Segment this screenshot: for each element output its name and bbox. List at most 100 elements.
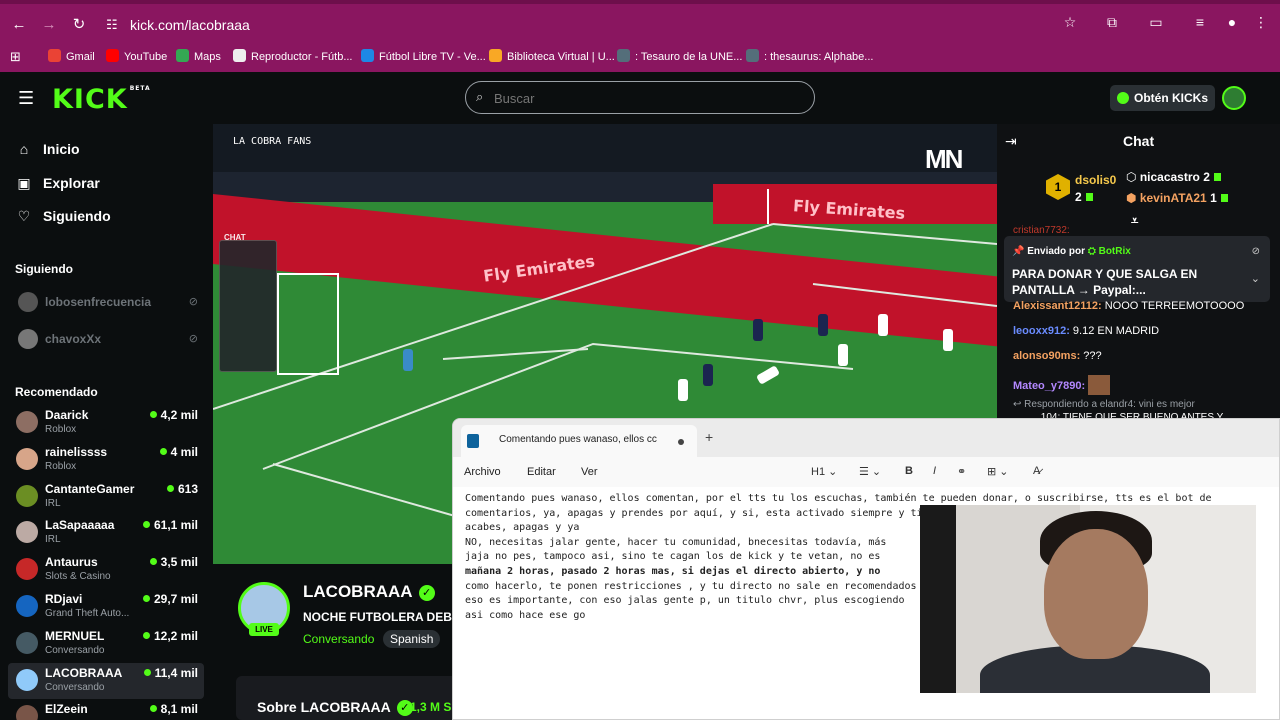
recommended-channel[interactable]: ElZeein 8,1 mil [8, 699, 204, 720]
chat-message: Alexissant12112: NOOO TERREEMOTOOOO [1013, 300, 1245, 312]
channel-category: Slots & Casino [45, 571, 111, 583]
viewer-count: 11,4 mil [143, 666, 198, 680]
channel-category: IRL [45, 497, 61, 509]
recommended-channel[interactable]: LACOBRAAA Conversando 11,4 mil [8, 662, 204, 699]
apps-icon[interactable]: ⊞ [10, 48, 21, 66]
notepad-tabstrip: Comentando pues wanaso, ellos cc + [453, 419, 1279, 457]
compass-icon: ▣ [17, 175, 31, 191]
gmail-icon [48, 49, 61, 62]
menu-editar[interactable]: Editar [527, 466, 556, 478]
search-input[interactable] [494, 89, 794, 107]
recommended-channel[interactable]: Antaurus Slots & Casino 3,5 mil [8, 552, 204, 588]
avatar [16, 558, 38, 581]
menu-icon[interactable]: ⋮ [1250, 14, 1272, 31]
back-icon[interactable]: ← [8, 14, 30, 36]
get-kicks-button[interactable]: Obtén KICKs [1110, 85, 1215, 111]
leaderboard-first[interactable]: dsolis0 [1075, 173, 1116, 187]
collapse-chat-icon[interactable]: ⇥ [1005, 133, 1017, 150]
pinned-text: PARA DONAR Y QUE SALGA EN PANTALLA → Pay… [1012, 267, 1198, 297]
user-avatar[interactable] [1222, 86, 1246, 110]
hamburger-menu-icon[interactable]: ☰ [18, 88, 34, 109]
link-icon[interactable]: ⚭ [957, 465, 966, 478]
menu-archivo[interactable]: Archivo [464, 466, 501, 478]
bookmark-star-icon[interactable]: ☆ [1059, 14, 1081, 31]
channel-category: Roblox [45, 424, 77, 435]
nav-siguiendo[interactable]: ♡ Siguiendo [15, 206, 111, 226]
site-info-icon[interactable]: ☷ [106, 12, 118, 38]
channel-name: Daarick [45, 408, 89, 422]
language-tag[interactable]: Spanish [383, 630, 441, 648]
recommended-channel[interactable]: MERNUEL Conversando 12,2 mil [8, 626, 204, 662]
forward-icon[interactable]: → [38, 14, 60, 36]
bookmark-reproductor[interactable]: Reproductor - Fútb... [233, 48, 353, 66]
extensions-icon[interactable]: ⧉ [1101, 14, 1123, 31]
recommended-channel[interactable]: rainelissss Roblox 4 mil [8, 442, 204, 478]
verified-icon: ✓ [418, 585, 435, 601]
new-tab-icon[interactable]: + [705, 429, 713, 445]
following-item[interactable]: lobosenfrecuencia ⊘ [18, 290, 198, 314]
player [943, 329, 953, 351]
bookmark-thesaurus[interactable]: : thesaurus: Alphabe... [746, 48, 873, 66]
live-dot-icon [142, 631, 150, 639]
channel-name[interactable]: LACOBRAAA ✓ [303, 582, 435, 602]
recommended-section-title: Recomendado [15, 385, 98, 399]
bookmark-tesauro[interactable]: : Tesauro de la UNE... [617, 48, 742, 66]
home-icon: ⌂ [19, 141, 29, 157]
viewer-count: 4 mil [159, 445, 198, 459]
thesaurus-icon [746, 49, 759, 62]
youtube-icon [106, 49, 119, 62]
bookmark-gmail[interactable]: Gmail [48, 48, 95, 66]
leaderboard-second[interactable]: ⬡ nicacastro 2 [1126, 170, 1221, 184]
media-icon[interactable]: ≡ [1189, 14, 1211, 30]
webcam-person-face [1044, 529, 1148, 659]
search-icon: ⌕ [476, 89, 484, 104]
search-box[interactable]: ⌕ [465, 81, 815, 114]
address-bar[interactable]: ☷ kick.com/lacobraaa [100, 12, 1100, 38]
bookmark-futbol-libre[interactable]: Fútbol Libre TV - Ve... [361, 48, 486, 66]
list-icon[interactable]: ☰ ⌄ [859, 465, 881, 478]
player [818, 314, 828, 336]
heading-selector[interactable]: H1 ⌄ [811, 465, 837, 478]
bookmark-biblioteca[interactable]: Biblioteca Virtual | U... [489, 48, 615, 66]
menu-ver[interactable]: Ver [581, 466, 598, 478]
following-item[interactable]: chavoxXx ⊘ [18, 327, 198, 351]
notepad-icon [467, 434, 479, 448]
pinned-message[interactable]: 📌 Enviado por ⛭ BotRix ⊘ PARA DONAR Y QU… [1004, 236, 1270, 302]
profile-icon[interactable]: ● [1221, 14, 1243, 30]
nav-inicio[interactable]: ⌂ Inicio [15, 139, 80, 159]
nav-explorar[interactable]: ▣ Explorar [15, 173, 99, 193]
player [403, 349, 413, 371]
pinned-by: 📌 Enviado por ⛭ BotRix [1012, 246, 1131, 257]
viewer-count: 613 [166, 482, 198, 496]
recommended-channel[interactable]: Daarick Roblox 4,2 mil [8, 405, 204, 441]
clear-format-icon[interactable]: A̷ [1033, 465, 1040, 477]
recommended-channel[interactable]: LaSapaaaaa IRL 61,1 mil [8, 515, 204, 551]
table-icon[interactable]: ⊞ ⌄ [987, 465, 1009, 478]
bold-icon[interactable]: B [905, 465, 913, 477]
chevron-down-icon[interactable]: ⌄ [1251, 272, 1260, 285]
stream-category[interactable]: Conversando [303, 632, 374, 646]
bookmark-youtube[interactable]: YouTube [106, 48, 167, 66]
viewer-count: 61,1 mil [142, 518, 198, 532]
player [753, 319, 763, 341]
hide-pin-icon[interactable]: ⊘ [1252, 246, 1260, 257]
italic-icon[interactable]: I [933, 465, 936, 477]
followers-count: 1,3 M S [410, 700, 452, 714]
leaderboard-first-count: 2 [1075, 190, 1093, 204]
recommended-channel[interactable]: RDjavi Grand Theft Auto... 29,7 mil [8, 589, 204, 625]
reload-icon[interactable]: ↻ [68, 14, 90, 36]
expand-leaderboard-icon[interactable]: ⩡ [1131, 213, 1138, 229]
tv-icon [361, 49, 374, 62]
cast-icon[interactable]: ▭ [1145, 14, 1167, 31]
player [838, 344, 848, 366]
unsaved-dot-icon[interactable] [678, 439, 684, 445]
kick-logo[interactable]: KICK BETA [52, 84, 151, 115]
channel-name: LaSapaaaaa [45, 518, 115, 533]
leaderboard-third[interactable]: ⬢ kevinATA21 1 [1126, 191, 1228, 205]
notepad-tab[interactable]: Comentando pues wanaso, ellos cc [461, 425, 697, 457]
webcam-feed [920, 505, 1256, 693]
chat-message: leooxx912: 9.12 EN MADRID [1013, 325, 1160, 337]
bookmark-maps[interactable]: Maps [176, 48, 221, 66]
recommended-channel[interactable]: CantanteGamer IRL 613 [8, 479, 204, 515]
bookmarks-bar: ⊞ Gmail YouTube Maps Reproductor - Fútb.… [0, 44, 1280, 68]
